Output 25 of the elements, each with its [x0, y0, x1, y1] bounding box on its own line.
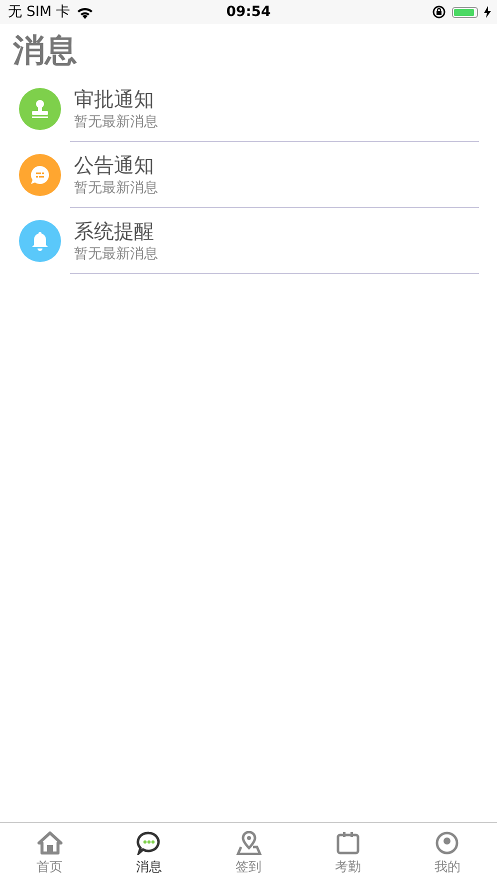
page-title: 消息 — [13, 30, 78, 70]
home-icon — [36, 830, 63, 854]
carrier-text: 无 SIM 卡 — [8, 3, 70, 21]
wifi-icon — [76, 6, 94, 18]
message-subtitle: 暂无最新消息 — [74, 112, 159, 132]
tab-item[interactable]: 首页 — [0, 823, 100, 883]
tab-item[interactable]: 消息 — [99, 823, 199, 883]
charging-icon — [484, 6, 491, 18]
clock-text: 09:54 — [226, 4, 271, 20]
tab-item[interactable]: 我的 — [398, 823, 497, 883]
message-title: 审批通知 — [74, 86, 155, 112]
tab-item[interactable]: 考勤 — [298, 823, 398, 883]
message-subtitle: 暂无最新消息 — [74, 244, 159, 264]
rotation-lock-icon — [432, 5, 446, 19]
message-subtitle: 暂无最新消息 — [74, 178, 159, 198]
message-title: 公告通知 — [74, 152, 155, 178]
message-item[interactable]: 系统提醒 暂无最新消息 — [0, 208, 497, 274]
message-title: 系统提醒 — [74, 218, 155, 244]
calendar-icon — [334, 830, 361, 854]
message-item[interactable]: 审批通知 暂无最新消息 — [0, 76, 497, 142]
chat-bubble-icon — [136, 830, 162, 854]
battery-icon — [452, 6, 478, 18]
tab-item[interactable]: 签到 — [198, 823, 298, 883]
message-item[interactable]: 公告通知 暂无最新消息 — [0, 142, 497, 208]
map-pin-icon — [236, 830, 262, 854]
